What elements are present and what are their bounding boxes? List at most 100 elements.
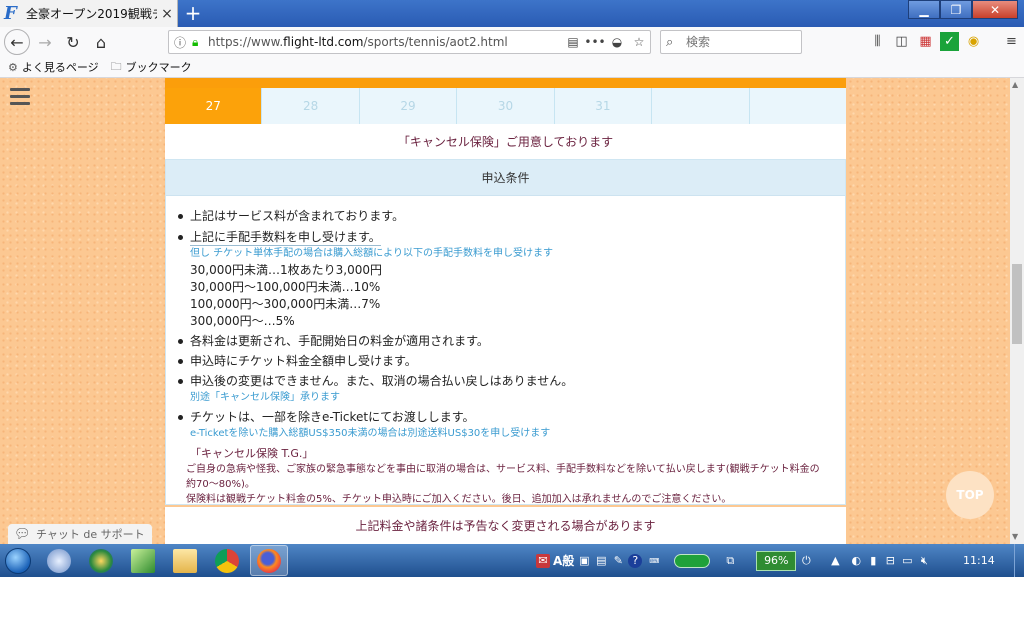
site-favicon-icon: F bbox=[4, 3, 17, 24]
sidebar-icon[interactable]: ◫ bbox=[892, 32, 911, 51]
fee-line: 30,000円～100,000円未満…10% bbox=[190, 280, 381, 294]
bookmark-folder[interactable]: 🗀︎ ブックマーク bbox=[111, 58, 192, 77]
fee-line: 30,000円未満…1枚あたり3,000円 bbox=[190, 263, 382, 277]
calendar-header-strip bbox=[165, 78, 846, 88]
volume-muted-icon[interactable]: 🔇︎ bbox=[917, 554, 931, 568]
condition-note: 別途「キャンセル保険」承ります bbox=[190, 392, 340, 403]
calendar-day: 30 bbox=[457, 88, 555, 124]
system-clock[interactable]: 11:14 bbox=[963, 554, 995, 567]
new-tab-button[interactable]: + bbox=[180, 3, 206, 24]
help-icon[interactable]: ? bbox=[628, 553, 643, 568]
condition-item: チケットは、一部を除きe-Ticketにてお渡しします。 bbox=[176, 408, 845, 426]
library-icon[interactable]: ⫼ bbox=[868, 32, 887, 51]
close-window-button[interactable]: ✕ bbox=[972, 0, 1018, 19]
taskbar-app-explorer[interactable] bbox=[166, 545, 204, 576]
page-scrollbar[interactable]: ▲ ▼ bbox=[1010, 78, 1024, 544]
network-share-icon[interactable]: ⧉ bbox=[723, 554, 737, 568]
insurance-text: ご自身の急病や怪我、ご家族の緊急事態などを事由に取消の場合は、サービス料、手配手… bbox=[186, 464, 820, 490]
taskbar-app-chrome[interactable] bbox=[208, 545, 246, 576]
chat-bubble-icon: 💬︎ bbox=[14, 526, 31, 542]
taskbar-app-media[interactable] bbox=[82, 545, 120, 576]
minimize-button[interactable]: ▁ bbox=[908, 0, 940, 19]
windows-taskbar: ✉ A般 ▣ ▤ ✎ ? ⌨ ⧉ 96% ⏻ ▲ ◐ ▮ ⊟ ▭ 🔇︎ 11:1… bbox=[0, 544, 1024, 577]
tab-close-icon[interactable]: × bbox=[157, 6, 177, 22]
fee-line: 300,000円～…5% bbox=[190, 314, 295, 328]
insurance-text: 保険料は観戦チケット料金の5%、チケット申込時にご加入ください。後日、追加加入は… bbox=[186, 494, 732, 505]
browser-tab-bar: F 全豪オープン2019観戦チケッ × + ▁ ❐ ✕ bbox=[0, 0, 1024, 27]
show-hidden-icons[interactable]: ▲ bbox=[828, 554, 842, 568]
pocket-icon[interactable]: ◒ bbox=[606, 35, 628, 49]
calendar-day bbox=[749, 88, 846, 124]
extension-circle-icon[interactable]: ◉ bbox=[964, 32, 983, 51]
condition-note: 但し チケット単体手配の場合は購入総額により以下の手配手数料を申し受けます bbox=[190, 248, 553, 259]
url-bar[interactable]: ⓘ 🔒︎ https://www.flight-ltd.com/sports/t… bbox=[168, 30, 651, 54]
gear-icon: ⚙ bbox=[8, 60, 18, 74]
chrome-icon bbox=[215, 548, 239, 573]
back-button[interactable]: ← bbox=[4, 29, 30, 55]
scroll-top-button[interactable]: TOP bbox=[946, 471, 994, 519]
conditions-list: 上記はサービス料が含まれております。 上記に手配手数料を申し受けます。 但し チ… bbox=[166, 196, 845, 507]
reload-button[interactable]: ↻ bbox=[60, 29, 86, 55]
battery-indicator[interactable]: 96% bbox=[756, 550, 797, 571]
search-input[interactable] bbox=[686, 35, 796, 49]
cancel-insurance-link[interactable]: 「キャンセル保険」ご用意しております bbox=[165, 124, 846, 159]
condition-note: e-Ticketを除いた購入総額US$350未満の場合は別途送料US$30を申し… bbox=[190, 428, 551, 439]
scrollbar-thumb[interactable] bbox=[1012, 264, 1022, 344]
tray-misc-icon[interactable]: ◐ bbox=[849, 554, 863, 568]
home-button[interactable]: ⌂ bbox=[88, 29, 114, 55]
extension-grid-icon[interactable]: ▦ bbox=[916, 32, 935, 51]
toolbar-icons: ⫼ ◫ ▦ ✓ ◉ ≡ bbox=[868, 32, 1021, 51]
bookmark-most-visited[interactable]: ⚙ よく見るページ bbox=[8, 59, 99, 75]
menu-icon[interactable]: ≡ bbox=[1002, 32, 1021, 51]
tray-device-icon[interactable]: ▮ bbox=[866, 554, 880, 568]
taskbar-app-firefox[interactable] bbox=[250, 545, 288, 576]
page-actions-icon[interactable]: ••• bbox=[584, 35, 606, 49]
search-bar[interactable]: ⌕ bbox=[660, 30, 802, 54]
scroll-down-arrow-icon[interactable]: ▼ bbox=[1012, 532, 1018, 541]
display-icon[interactable]: ▭ bbox=[900, 554, 914, 568]
scroll-up-arrow-icon[interactable]: ▲ bbox=[1012, 80, 1018, 89]
chat-support-button[interactable]: 💬︎ チャット de サポート bbox=[8, 524, 152, 544]
start-button[interactable] bbox=[0, 544, 36, 577]
condition-item: 上記はサービス料が含まれております。 bbox=[176, 207, 845, 225]
caps-kana-icon[interactable]: ⌨ bbox=[645, 554, 663, 568]
calendar-day: 31 bbox=[554, 88, 653, 124]
folder-icon: 🗀︎ bbox=[110, 59, 122, 73]
change-notice: 上記料金や諸条件は予告なく変更される場合があります bbox=[165, 507, 846, 544]
search-icon: ⌕ bbox=[666, 34, 674, 50]
mail-app-icon bbox=[47, 548, 71, 573]
system-tray: ✉ A般 ▣ ▤ ✎ ? ⌨ ⧉ 96% ⏻ ▲ ◐ ▮ ⊟ ▭ 🔇︎ bbox=[536, 544, 931, 577]
url-text[interactable]: https://www.flight-ltd.com/sports/tennis… bbox=[208, 35, 562, 49]
chart-app-icon bbox=[131, 548, 155, 573]
show-desktop-button[interactable] bbox=[1014, 544, 1024, 577]
lock-icon[interactable]: 🔒︎ bbox=[192, 35, 208, 50]
restore-button[interactable]: ❐ bbox=[940, 0, 972, 19]
tray-app-icon[interactable]: ✉ bbox=[536, 553, 550, 568]
reader-view-icon[interactable]: ▤ bbox=[562, 35, 584, 49]
main-content: 27 28 29 30 31 「キャンセル保険」ご用意しております 申込条件 上… bbox=[165, 78, 846, 544]
condition-item: 申込時にチケット料金全額申し受けます。 bbox=[176, 352, 845, 370]
calendar-day: 28 bbox=[262, 88, 360, 124]
ime-dictionary-icon[interactable]: ▤ bbox=[594, 554, 608, 568]
forward-button[interactable]: → bbox=[32, 29, 58, 55]
conditions-box: 申込条件 上記はサービス料が含まれております。 上記に手配手数料を申し受けます。… bbox=[165, 159, 846, 505]
ime-pen-icon[interactable]: ✎ bbox=[611, 554, 625, 568]
power-plug-icon[interactable]: ⏻ bbox=[799, 554, 813, 568]
calendar-day[interactable]: 27 bbox=[165, 88, 263, 124]
condition-item: 申込後の変更はできません。また、取消の場合払い戻しはありません。 bbox=[176, 372, 845, 390]
info-icon[interactable]: ⓘ bbox=[174, 34, 192, 51]
hamburger-menu-icon[interactable] bbox=[10, 88, 30, 105]
ime-tool-icon[interactable]: ▣ bbox=[577, 554, 591, 568]
browser-tab-active[interactable]: F 全豪オープン2019観戦チケッ × bbox=[0, 0, 178, 27]
taskbar-app-chart[interactable] bbox=[124, 545, 162, 576]
tab-title: 全豪オープン2019観戦チケッ bbox=[26, 7, 157, 21]
bookmark-star-icon[interactable]: ☆ bbox=[628, 35, 650, 49]
ime-indicator[interactable]: A般 bbox=[553, 552, 574, 569]
taskbar-app-mail[interactable] bbox=[40, 545, 78, 576]
extension-check-icon[interactable]: ✓ bbox=[940, 32, 959, 51]
status-indicator-icon[interactable] bbox=[674, 553, 711, 568]
media-player-icon bbox=[89, 548, 113, 573]
insurance-title: 「キャンセル保険 T.G.」 bbox=[190, 447, 314, 460]
tray-usb-icon[interactable]: ⊟ bbox=[883, 554, 897, 568]
condition-item: 各料金は更新され、手配開始日の料金が適用されます。 bbox=[176, 332, 845, 350]
